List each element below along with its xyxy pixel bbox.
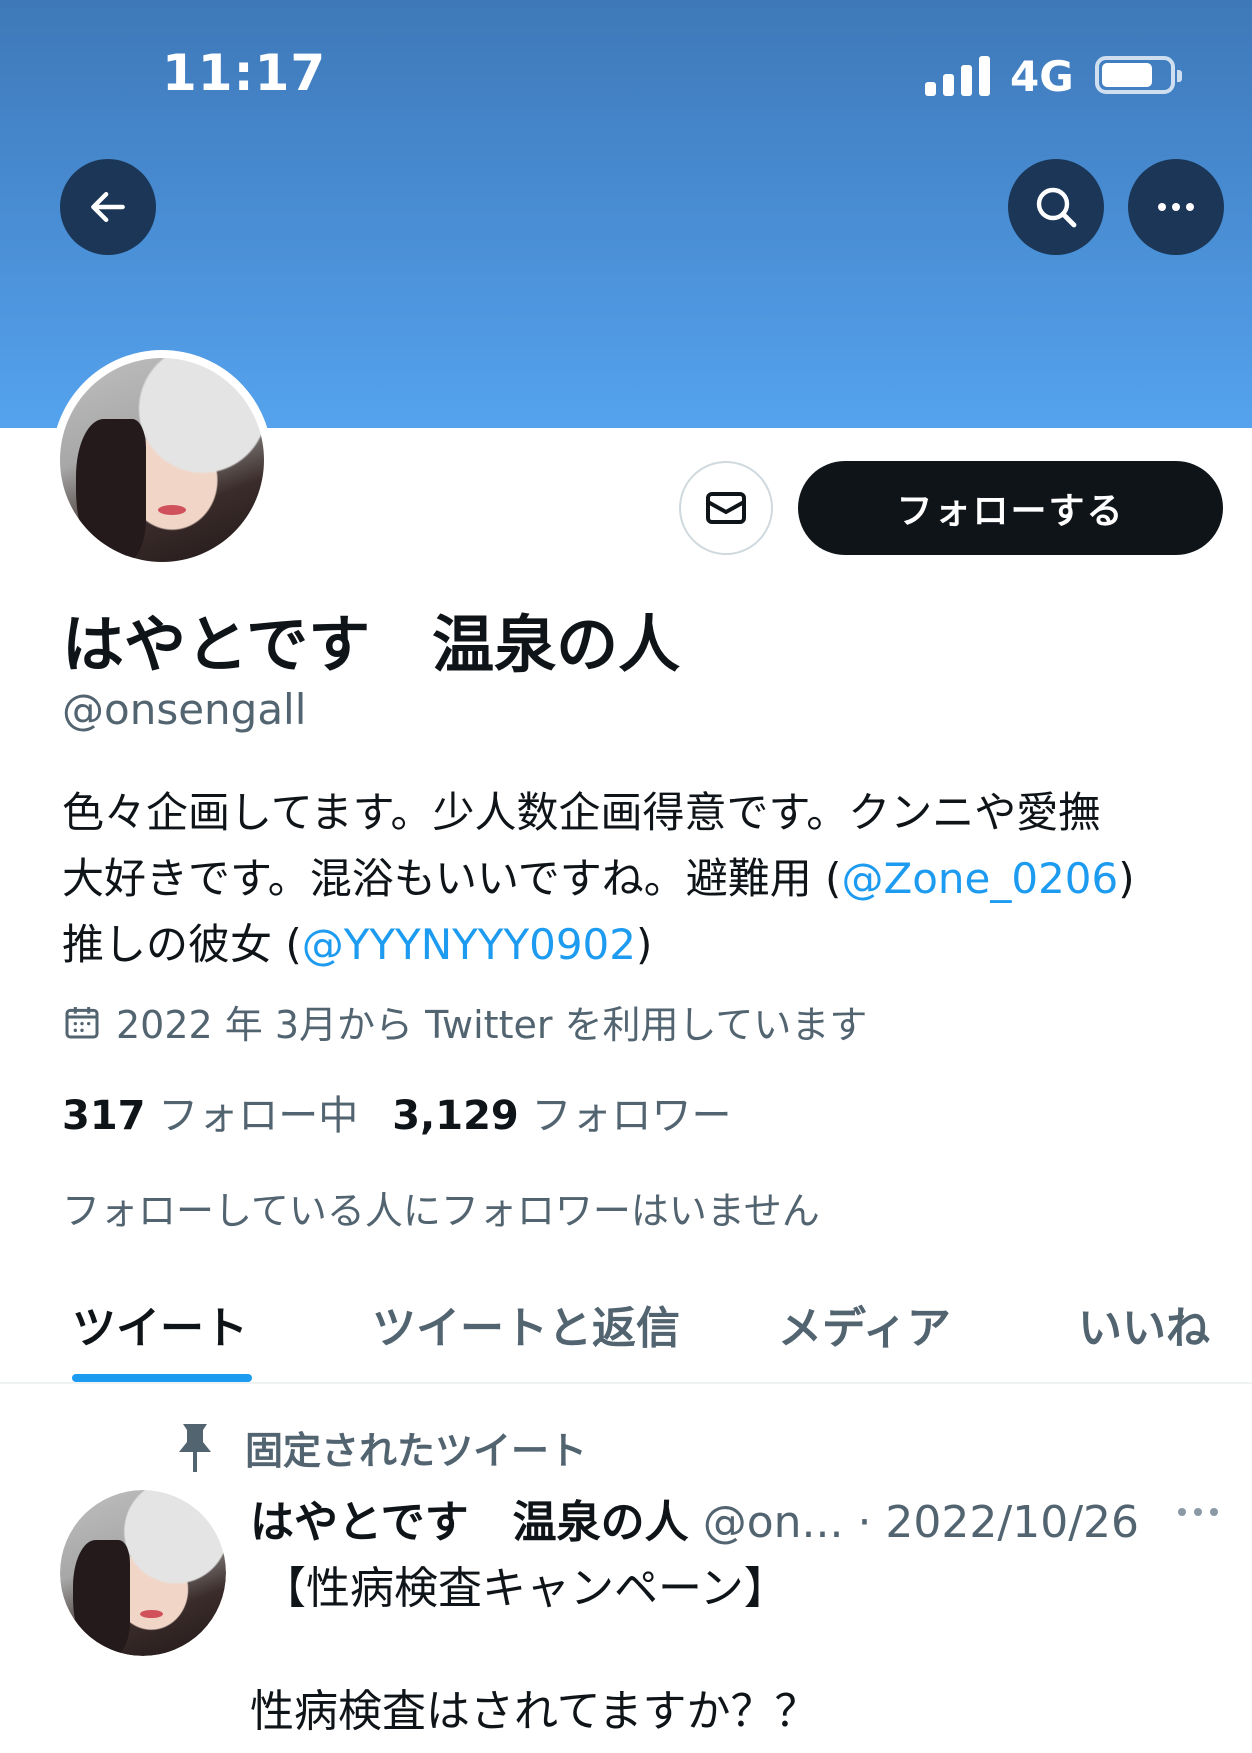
- more-horizontal-icon: [1178, 1508, 1218, 1516]
- more-horizontal-icon: [1158, 203, 1194, 211]
- tweet-text-line: 性病検査はされてますか？？: [250, 1686, 819, 1737]
- user-handle: @onsengall: [62, 685, 307, 734]
- tweet-handle-date[interactable]: @on... · 2022/10/26: [703, 1497, 1139, 1548]
- tweet-author-avatar[interactable]: [60, 1490, 226, 1656]
- search-icon: [1036, 187, 1077, 228]
- tweet-header: はやとです 温泉の人 @on... · 2022/10/26: [250, 1486, 1139, 1550]
- followers-label: フォロワー: [531, 1093, 732, 1139]
- search-button[interactable]: [1008, 159, 1104, 255]
- pin-icon: [179, 1423, 211, 1472]
- envelope-icon: [706, 492, 746, 524]
- pinned-indicator: 固定されたツイート: [175, 1420, 587, 1475]
- active-tab-indicator: [72, 1374, 252, 1382]
- joined-date: 2022 年 3月から Twitter を利用しています: [62, 994, 867, 1049]
- tab-media[interactable]: メディア: [778, 1292, 951, 1356]
- following-count: 317: [62, 1093, 146, 1139]
- profile-tabs: ツイート ツイートと返信 メディア いいね: [0, 1270, 1252, 1384]
- mutual-followers-note: フォローしている人にフォロワーはいません: [62, 1189, 820, 1233]
- profile-bio: 色々企画してます。少人数企画得意です。クンニや愛撫 大好きです。混浴もいいですね…: [62, 780, 1212, 978]
- tweet-more-button[interactable]: [1174, 1500, 1222, 1528]
- bio-line: 色々企画してます。少人数企画得意です。クンニや愛撫: [62, 788, 1101, 837]
- pinned-label: 固定されたツイート: [245, 1429, 588, 1473]
- profile-avatar[interactable]: [52, 350, 272, 570]
- bio-text: 大好きです。混浴もいいですね。避難用 (: [62, 854, 842, 903]
- following-label: フォロー中: [158, 1093, 359, 1139]
- battery-icon: [1095, 56, 1182, 94]
- bio-text: 推しの彼女 (: [62, 920, 302, 969]
- tab-tweets[interactable]: ツイート: [72, 1292, 248, 1356]
- tweet-author-name[interactable]: はやとです 温泉の人: [250, 1497, 689, 1548]
- bio-mention-link[interactable]: @Zone_0206: [841, 854, 1118, 903]
- display-name: はやとです 温泉の人: [62, 608, 681, 681]
- message-button[interactable]: [679, 461, 773, 555]
- cellular-signal-icon: [925, 56, 991, 96]
- following-link[interactable]: 317 フォロー中: [62, 1093, 358, 1139]
- joined-text: 2022 年 3月から Twitter を利用しています: [116, 1003, 868, 1047]
- tweet-text-line: 【性病検査キャンペーン】: [262, 1563, 788, 1614]
- follow-button[interactable]: フォローする: [798, 461, 1223, 555]
- tab-tweets-and-replies[interactable]: ツイートと返信: [372, 1292, 680, 1356]
- status-time: 11:17: [162, 44, 327, 102]
- calendar-icon: [65, 1006, 99, 1038]
- followers-count: 3,129: [392, 1093, 519, 1139]
- bio-text: ): [636, 920, 653, 969]
- arrow-left-icon: [91, 191, 125, 223]
- followers-link[interactable]: 3,129 フォロワー: [392, 1093, 731, 1139]
- bio-text: ): [1118, 854, 1135, 903]
- tab-likes[interactable]: いいね: [1078, 1292, 1210, 1356]
- bio-mention-link[interactable]: @YYYNYYY0902: [302, 920, 636, 969]
- follow-counts: 317 フォロー中 3,129 フォロワー: [62, 1083, 731, 1141]
- back-button[interactable]: [60, 159, 156, 255]
- more-button[interactable]: [1128, 159, 1224, 255]
- network-type: 4G: [1010, 52, 1074, 101]
